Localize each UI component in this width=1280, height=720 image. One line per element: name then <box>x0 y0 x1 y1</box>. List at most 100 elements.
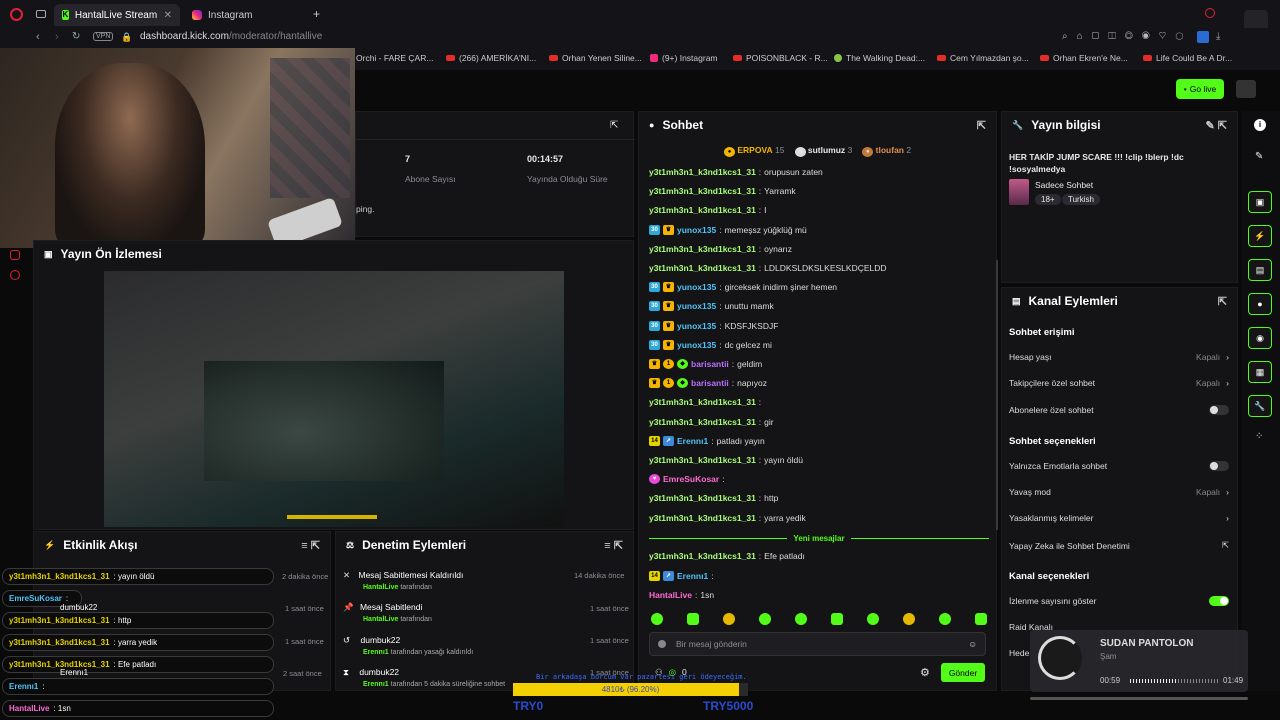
chat-message[interactable]: y3t1mh3n1_k3nd1kcs1_31: gir <box>649 417 774 427</box>
forward-icon[interactable]: › <box>55 31 59 43</box>
go-live-button[interactable]: • Go live <box>1176 79 1224 99</box>
chat-username[interactable]: barisantii <box>691 359 729 369</box>
chat-message[interactable]: y3t1mh3n1_k3nd1kcs1_31: LDLDKSLDKSLKESLKD… <box>649 263 887 273</box>
bottom-scrollbar[interactable] <box>1030 697 1248 700</box>
url-text[interactable]: dashboard.kick.com/moderator/hantallive <box>140 31 322 42</box>
filter-icon[interactable]: ≡ ⇱ <box>301 539 320 552</box>
shield-icon[interactable] <box>10 250 20 260</box>
category-name[interactable]: Sadece Sohbet <box>1035 180 1093 190</box>
tab-instagram[interactable]: Instagram <box>184 4 310 26</box>
emote-icon[interactable] <box>831 613 843 625</box>
toolbar-icons[interactable]: ⌕⌂▢◫◎◉♡⬡ <box>1062 31 1192 42</box>
chat-message[interactable]: y3t1mh3n1_k3nd1kcs1_31: <box>649 397 764 407</box>
chat-username[interactable]: Erennı1 <box>677 571 708 581</box>
tag-adult[interactable]: 18+ <box>1035 194 1061 205</box>
chat-username[interactable]: yunox135 <box>677 301 716 311</box>
subs-only-row[interactable]: Abonelere özel sohbet <box>1009 405 1229 415</box>
expand-icon[interactable]: ⇱ <box>610 120 618 131</box>
mod-item[interactable]: 📌 Mesaj Sabitlendi HantalLive tarafından <box>343 602 432 623</box>
chat-message[interactable]: ♛ 1 ◆ barisantii: geldim <box>649 359 762 369</box>
new-messages-divider[interactable]: Yeni mesajlar <box>649 533 989 543</box>
search-tabs-icon[interactable] <box>1205 8 1215 18</box>
chat-settings-icon[interactable]: ⚙ <box>920 666 930 679</box>
followers-only-row[interactable]: Takipçilere özel sohbet Kapalı › <box>1009 378 1229 388</box>
close-tab-icon[interactable]: ✕ <box>164 10 172 21</box>
chat-input[interactable]: Bir mesaj gönderin ☺ <box>649 632 986 656</box>
emote-icon[interactable] <box>867 613 879 625</box>
broadcast-icon[interactable]: ◉ <box>1248 327 1272 349</box>
emote-only-toggle[interactable] <box>1209 461 1229 471</box>
bookmark-item[interactable]: Cem Yılmazdan şo... <box>937 53 1029 63</box>
bookmark-item[interactable]: Orhan Ekren'e Ne... <box>1040 53 1128 63</box>
info-icon[interactable]: i <box>1254 119 1266 131</box>
chat-message[interactable]: HantalLive:1sn <box>649 590 714 600</box>
bookmark-item[interactable]: Orchi - FARE ÇAR... <box>356 53 433 63</box>
show-viewers-toggle[interactable] <box>1209 596 1229 606</box>
expand-icon[interactable]: ⇱ <box>1218 295 1227 308</box>
chat-username[interactable]: y3t1mh3n1_k3nd1kcs1_31 <box>649 397 756 407</box>
bookmark-item[interactable]: Life Could Be A Dr... <box>1143 53 1232 63</box>
download-icon[interactable]: ⤓ <box>1216 31 1220 42</box>
chat-message[interactable]: ♛ 1 ◆ barisantii: napıyoz <box>649 378 767 389</box>
account-age-row[interactable]: Hesap yaşı Kapalı › <box>1009 352 1229 362</box>
emote-icon[interactable] <box>795 613 807 625</box>
preview-video[interactable] <box>104 271 564 527</box>
mod-item[interactable]: ↺ dumbuk22 Erennı1 tarafından yasağı kal… <box>343 635 473 656</box>
leader-item[interactable]: ● ERPOVA 15 <box>724 145 785 157</box>
chat-message[interactable]: y3t1mh3n1_k3nd1kcs1_31: http <box>649 493 778 503</box>
chat-message[interactable]: y3t1mh3n1_k3nd1kcs1_31: yayın öldü <box>649 455 803 465</box>
chat-message[interactable]: ♥ EmreSuKosar: <box>649 474 728 485</box>
bookmark-item[interactable]: (9+) Instagram <box>650 53 718 63</box>
chat-username[interactable]: barisantii <box>691 378 729 388</box>
expand-icon[interactable]: ⇱ <box>977 119 986 132</box>
reload-icon[interactable]: ↻ <box>72 31 80 42</box>
chat-username[interactable]: y3t1mh3n1_k3nd1kcs1_31 <box>649 551 756 561</box>
wrench-icon[interactable]: 🔧 <box>1248 395 1272 417</box>
slow-mode-row[interactable]: Yavaş mod Kapalı › <box>1009 487 1229 497</box>
emote-icon[interactable] <box>723 613 735 625</box>
emote-icon[interactable] <box>759 613 771 625</box>
chat-username[interactable]: yunox135 <box>677 225 716 235</box>
chat-message[interactable]: 30 ♛ yunox135: unuttu mamk <box>649 301 774 312</box>
leader-item[interactable]: ● tloufan 2 <box>862 145 911 157</box>
emote-icon[interactable] <box>687 613 699 625</box>
filter-icon[interactable]: ≡ ⇱ <box>604 539 623 552</box>
back-icon[interactable]: ‹ <box>36 31 40 43</box>
gear-icon[interactable] <box>10 270 20 280</box>
chat-username[interactable]: y3t1mh3n1_k3nd1kcs1_31 <box>649 513 756 523</box>
document-icon[interactable]: ▤ <box>1248 259 1272 281</box>
chat-bubble-icon[interactable]: ● <box>1248 293 1272 315</box>
banned-words-row[interactable]: Yasaklanmış kelimeler › <box>1009 513 1229 523</box>
chat-username[interactable]: y3t1mh3n1_k3nd1kcs1_31 <box>649 263 756 273</box>
apps-icon[interactable]: ⁘ <box>1255 431 1263 442</box>
chat-username[interactable]: HantalLive <box>649 590 692 600</box>
show-viewers-row[interactable]: İzlenme sayısını göster <box>1009 596 1229 606</box>
chat-username[interactable]: y3t1mh3n1_k3nd1kcs1_31 <box>649 186 756 196</box>
bookmark-item[interactable]: POISONBLACK - R... <box>733 53 828 63</box>
chat-scrollbar[interactable] <box>996 260 998 530</box>
chat-username[interactable]: y3t1mh3n1_k3nd1kcs1_31 <box>649 205 756 215</box>
smiley-icon[interactable]: ☺ <box>968 639 977 649</box>
chat-message[interactable]: 30 ♛ yunox135: memeşsz yüğklüğ mü <box>649 224 807 235</box>
vpn-badge[interactable]: VPN <box>93 32 114 41</box>
opera-logo-icon[interactable] <box>10 8 23 21</box>
chat-username[interactable]: y3t1mh3n1_k3nd1kcs1_31 <box>649 417 756 427</box>
bookmark-item[interactable]: (266) AMERİKA'NI... <box>446 53 536 63</box>
chat-message[interactable]: 14 ➚ Erennı1: patladı yayın <box>649 435 765 446</box>
chat-message[interactable]: y3t1mh3n1_k3nd1kcs1_31: oynarız <box>649 244 792 254</box>
chat-message[interactable]: y3t1mh3n1_k3nd1kcs1_31: yarra yedik <box>649 513 806 523</box>
chat-username[interactable]: y3t1mh3n1_k3nd1kcs1_31 <box>649 455 756 465</box>
chat-message[interactable]: 30 ♛ yunox135: dc gelcez mi <box>649 339 772 350</box>
chat-username[interactable]: y3t1mh3n1_k3nd1kcs1_31 <box>649 493 756 503</box>
emote-icon[interactable] <box>975 613 987 625</box>
mod-item[interactable]: ✕ Mesaj Sabitlemesi Kaldırıldı HantalLiv… <box>343 570 463 591</box>
workspaces-icon[interactable] <box>36 10 46 18</box>
clip-icon[interactable]: ▣ <box>1248 191 1272 213</box>
chat-message[interactable]: y3t1mh3n1_k3nd1kcs1_31: I <box>649 205 767 215</box>
emote-icon[interactable] <box>651 613 663 625</box>
ai-moderation-row[interactable]: Yapay Zeka ile Sohbet Denetimi ⇱ <box>1009 540 1229 551</box>
chat-username[interactable]: EmreSuKosar <box>663 474 719 484</box>
profile-icon[interactable] <box>1197 31 1209 43</box>
bookmark-item[interactable]: The Walking Dead:... <box>834 53 925 63</box>
emote-bar[interactable] <box>651 613 987 627</box>
